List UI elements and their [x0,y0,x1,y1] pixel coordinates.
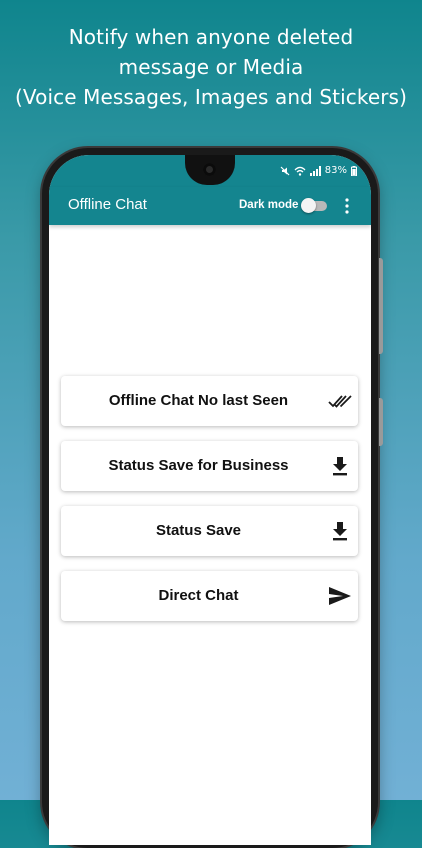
mute-icon [280,166,290,175]
toggle-thumb [301,198,316,213]
direct-chat-button[interactable]: Direct Chat [61,571,358,621]
status-save-business-button[interactable]: Status Save for Business [61,441,358,491]
battery-percent: 83% [324,165,347,176]
double-check-icon [328,390,352,412]
promo-headline: Notify when anyone deleted message or Me… [0,22,422,112]
download-icon [328,455,352,477]
power-button [379,398,383,446]
overflow-menu-button[interactable] [341,197,353,215]
direct-chat-label: Direct Chat [158,587,239,604]
app-bar: Offline Chat Dark mode [49,187,371,225]
dark-mode-toggle[interactable] [301,198,327,213]
offline-chat-button[interactable]: Offline Chat No last Seen [61,376,358,426]
status-save-button[interactable]: Status Save [61,506,358,556]
dark-mode-label: Dark mode [239,199,299,211]
promo-line-3: (Voice Messages, Images and Stickers) [15,85,407,109]
promo-line-2: message or Media [118,55,304,79]
send-icon [328,585,352,607]
more-vert-icon [345,198,349,214]
status-icons: 83% [280,165,357,176]
front-camera-icon [203,163,216,176]
status-save-business-label: Status Save for Business [108,457,289,474]
phone-screen: 83% Offline Chat Dark mode Offline Chat … [49,155,371,845]
wifi-icon [294,166,306,176]
battery-icon [351,165,357,176]
status-save-label: Status Save [155,522,242,539]
volume-button [379,258,383,354]
status-bar: 83% [49,155,371,187]
download-icon [328,520,352,542]
promo-line-1: Notify when anyone deleted [68,25,354,49]
camera-notch [185,155,235,185]
phone-frame: 83% Offline Chat Dark mode Offline Chat … [42,148,383,848]
offline-chat-label: Offline Chat No last Seen [108,392,289,409]
signal-icon [309,165,321,176]
app-title: Offline Chat [68,196,147,213]
